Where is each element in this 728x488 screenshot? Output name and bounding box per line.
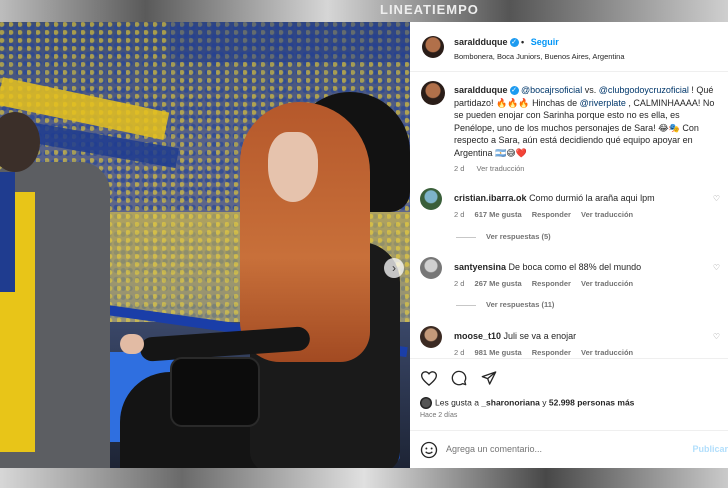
heart-icon[interactable]: ♡ [713, 194, 720, 203]
person-main [120, 72, 410, 468]
heart-icon [421, 370, 437, 386]
reply-button[interactable]: Responder [532, 210, 571, 219]
background-bottom-strip [0, 468, 728, 488]
post-timestamp: Hace 2 días [420, 412, 458, 419]
mention-link[interactable]: @clubgodoycruzoficial [599, 85, 689, 95]
comment-username[interactable]: cristian.ibarra.ok [454, 193, 527, 203]
heart-icon[interactable]: ♡ [713, 263, 720, 272]
view-replies-button[interactable]: Ver respuestas (11) [456, 300, 554, 309]
post-header: saraldduque ✓ • Seguir Bombonera, Boca Ju… [410, 22, 728, 72]
comment-username[interactable]: santyensina [454, 262, 506, 272]
comment-text: Como durmió la araña aqui lpm [529, 193, 655, 203]
header-user-line: saraldduque ✓ • Seguir [454, 37, 559, 48]
comment-text: Juli se va a enojar [503, 331, 577, 341]
avatar[interactable] [420, 257, 442, 279]
verified-icon: ✓ [509, 38, 519, 48]
comment-likes[interactable]: 617 Me gusta [475, 210, 522, 219]
reply-button[interactable]: Responder [532, 279, 571, 288]
translate-link[interactable]: Ver traducción [581, 210, 633, 219]
avatar [420, 397, 432, 409]
post-actions: Les gusta a _sharonoriana y 52.998 perso… [410, 358, 728, 438]
avatar[interactable] [420, 188, 442, 210]
translate-link[interactable]: Ver traducción [477, 164, 525, 173]
comment-username[interactable]: moose_t10 [454, 331, 501, 341]
view-replies-button[interactable]: Ver respuestas (5) [456, 232, 551, 241]
likes-summary[interactable]: Les gusta a _sharonoriana y 52.998 perso… [420, 397, 634, 409]
person-left [0, 112, 120, 468]
username-link[interactable]: saraldduque [454, 37, 508, 47]
verified-icon: ✓ [509, 86, 519, 96]
emoji-icon[interactable] [420, 441, 438, 459]
next-image-button[interactable]: › [384, 258, 404, 278]
comment-text: De boca como el 88% del mundo [508, 262, 642, 272]
chevron-right-icon: › [392, 261, 396, 275]
avatar[interactable] [420, 326, 442, 348]
publish-button[interactable]: Publicar [692, 444, 728, 454]
heart-icon[interactable]: ♡ [713, 332, 720, 341]
post-image[interactable]: › [0, 22, 410, 468]
add-comment-bar: Publicar [410, 430, 728, 468]
comment-icon [451, 370, 467, 386]
translate-link[interactable]: Ver traducción [581, 279, 633, 288]
send-icon [481, 371, 497, 385]
comment-likes[interactable]: 981 Me gusta [475, 348, 522, 357]
caption-username[interactable]: saraldduque [454, 85, 508, 95]
mention-link[interactable]: @bocajrsoficial [521, 85, 582, 95]
background-top-strip: LINEATIEMPO [0, 0, 728, 24]
follow-button[interactable]: Seguir [531, 37, 559, 47]
caption-avatar[interactable] [421, 81, 445, 105]
caption-time: 2 d [454, 164, 465, 173]
avatar[interactable] [422, 36, 444, 58]
share-button[interactable] [480, 369, 498, 387]
reply-button[interactable]: Responder [532, 348, 571, 357]
background-text: LINEATIEMPO [380, 2, 479, 17]
mention-link[interactable]: @riverplate [580, 98, 626, 108]
post-sidebar: saraldduque ✓ • Seguir Bombonera, Boca Ju… [410, 22, 728, 468]
location-link[interactable]: Bombonera, Boca Juniors, Buenos Aires, A… [454, 52, 625, 61]
post-caption: saraldduque ✓ @bocajrsoficial vs. @clubgo… [454, 85, 715, 173]
comment-input[interactable] [446, 444, 666, 454]
comment-button[interactable] [450, 369, 468, 387]
comment-likes[interactable]: 267 Me gusta [475, 279, 522, 288]
translate-link[interactable]: Ver traducción [581, 348, 633, 357]
like-button[interactable] [420, 369, 438, 387]
